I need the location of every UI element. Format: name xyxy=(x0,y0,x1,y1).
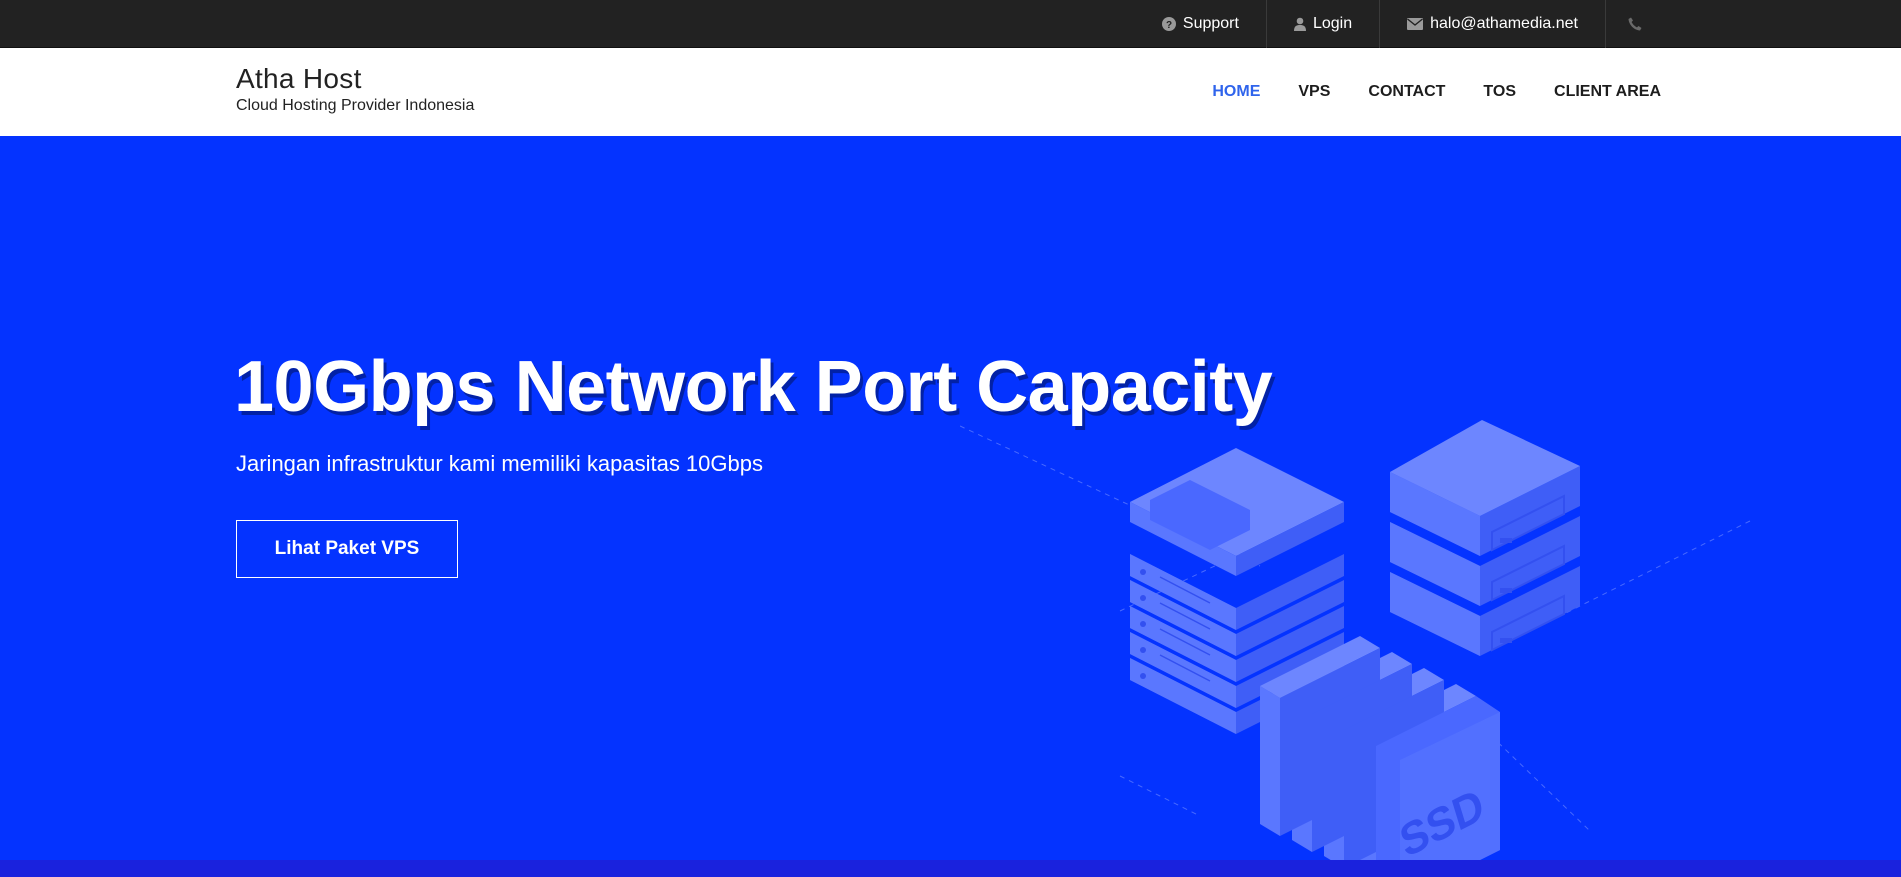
brand-subtitle: Cloud Hosting Provider Indonesia xyxy=(236,97,475,114)
main-nav: HOME VPS CONTACT TOS CLIENT AREA xyxy=(1174,48,1661,136)
user-icon xyxy=(1293,17,1306,31)
hero-title: 10Gbps Network Port Capacity xyxy=(234,347,1273,427)
hero-subtitle: Jaringan infrastruktur kami memiliki kap… xyxy=(236,451,763,476)
hero-bottom-strip xyxy=(0,860,1901,877)
support-label: Support xyxy=(1182,15,1239,32)
question-circle-icon: ? xyxy=(1161,17,1176,31)
view-vps-packages-button[interactable]: Lihat Paket VPS xyxy=(236,520,458,578)
login-link[interactable]: Login xyxy=(1265,0,1379,48)
nav-contact[interactable]: CONTACT xyxy=(1368,83,1445,101)
login-label: Login xyxy=(1312,15,1353,32)
nav-client-area[interactable]: CLIENT AREA xyxy=(1554,83,1661,101)
support-link[interactable]: ? Support xyxy=(1135,0,1266,48)
envelope-icon xyxy=(1407,18,1424,30)
brand[interactable]: Atha Host Cloud Hosting Provider Indones… xyxy=(236,62,474,115)
phone-icon xyxy=(1628,17,1642,31)
top-bar: ? Support Login halo@athamedia.net xyxy=(0,0,1901,48)
email-link[interactable]: halo@athamedia.net xyxy=(1379,0,1605,48)
email-label: halo@athamedia.net xyxy=(1430,15,1578,32)
svg-text:?: ? xyxy=(1166,20,1172,31)
site-header: Atha Host Cloud Hosting Provider Indones… xyxy=(0,48,1901,136)
top-bar-links: ? Support Login halo@athamedia.net xyxy=(1135,0,1664,48)
nav-vps[interactable]: VPS xyxy=(1298,83,1330,101)
nav-home[interactable]: HOME xyxy=(1212,83,1260,101)
phone-link[interactable] xyxy=(1605,0,1664,48)
brand-title: Atha Host xyxy=(236,63,362,94)
hero-section: SSD 10Gbps Network Port Capacity Jaringa… xyxy=(0,136,1901,877)
nav-tos[interactable]: TOS xyxy=(1483,83,1516,101)
ssd-drives: SSD xyxy=(1260,636,1500,876)
server-stack-right xyxy=(1390,420,1580,656)
